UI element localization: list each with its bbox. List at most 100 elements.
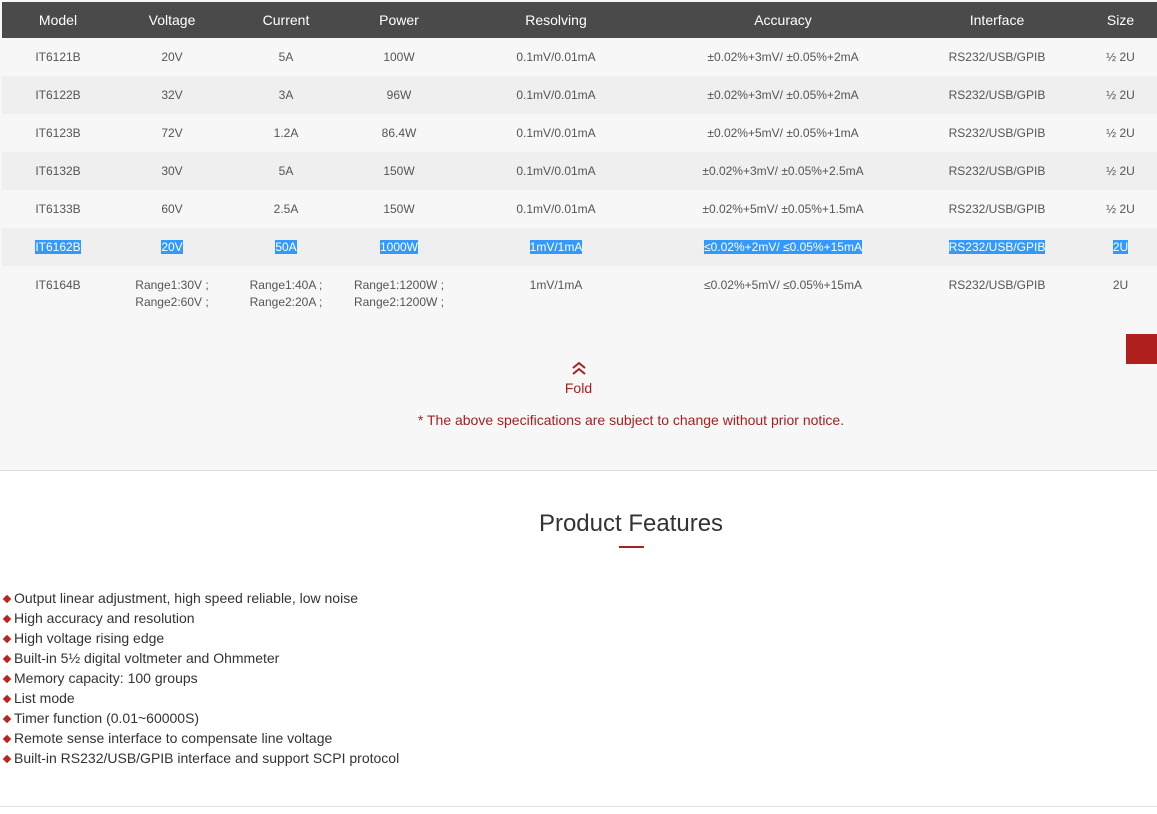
header-model: Model [2, 2, 114, 38]
title-underline [619, 546, 644, 548]
cell-current: 50A [230, 228, 342, 266]
header-current: Current [230, 2, 342, 38]
header-size: Size [1084, 2, 1157, 38]
cell-interface: RS232/USB/GPIB [910, 76, 1084, 114]
cell-power: 86.4W [342, 114, 456, 152]
fold-button[interactable]: Fold [0, 360, 1157, 396]
cell-current: 2.5A [230, 190, 342, 228]
double-chevron-up-icon [571, 361, 586, 375]
table-row: IT6123B 72V 1.2A 86.4W 0.1mV/0.01mA ±0.0… [2, 114, 1157, 152]
cell-size: ½ 2U [1084, 190, 1157, 228]
cell-power: 150W [342, 152, 456, 190]
cell-accuracy: ≤0.02%+2mV/ ≤0.05%+15mA [656, 228, 910, 266]
header-interface: Interface [910, 2, 1084, 38]
header-resolving: Resolving [456, 2, 656, 38]
section-divider [0, 806, 1157, 807]
cell-size: ½ 2U [1084, 38, 1157, 76]
cell-model: IT6122B [2, 76, 114, 114]
cell-interface: RS232/USB/GPIB [910, 228, 1084, 266]
cell-voltage: 60V [114, 190, 230, 228]
cell-size: ½ 2U [1084, 76, 1157, 114]
selected-text: 20V [161, 240, 183, 254]
feature-text: Memory capacity: 100 groups [14, 670, 198, 686]
feature-text: List mode [14, 690, 75, 706]
cell-resolving: 0.1mV/0.01mA [456, 76, 656, 114]
cell-resolving: 0.1mV/0.01mA [456, 190, 656, 228]
selected-text: 50A [275, 240, 297, 254]
cell-accuracy: ±0.02%+3mV/ ±0.05%+2mA [656, 76, 910, 114]
cell-accuracy: ±0.02%+3mV/ ±0.05%+2mA [656, 38, 910, 76]
feature-text: Remote sense interface to compensate lin… [14, 730, 333, 746]
feature-text: Built-in 5½ digital voltmeter and Ohmmet… [14, 650, 280, 666]
cell-accuracy: ±0.02%+3mV/ ±0.05%+2.5mA [656, 152, 910, 190]
list-item: Built-in RS232/USB/GPIB interface and su… [2, 748, 399, 768]
range-line-2: Range2:1200W ; [353, 295, 445, 309]
cell-model: IT6164B [2, 266, 114, 335]
list-item: Memory capacity: 100 groups [2, 668, 399, 688]
diamond-bullet-icon [2, 714, 12, 724]
cell-current: 1.2A [230, 114, 342, 152]
selected-text: 1mV/1mA [529, 240, 583, 254]
selected-text: 2U [1112, 240, 1129, 254]
specifications-table: Model Voltage Current Power Resolving Ac… [2, 2, 1157, 335]
cell-accuracy: ±0.02%+5mV/ ±0.05%+1mA [656, 114, 910, 152]
feature-text: Timer function (0.01~60000S) [14, 710, 200, 726]
header-voltage: Voltage [114, 2, 230, 38]
range-line-1: Range1:40A ; [249, 278, 323, 292]
cell-resolving: 0.1mV/0.01mA [456, 38, 656, 76]
cell-interface: RS232/USB/GPIB [910, 114, 1084, 152]
cell-current: 5A [230, 38, 342, 76]
cell-size: 2U [1084, 228, 1157, 266]
cell-power: 96W [342, 76, 456, 114]
cell-power: 150W [342, 190, 456, 228]
cell-model: IT6121B [2, 38, 114, 76]
header-power: Power [342, 2, 456, 38]
diamond-bullet-icon [2, 694, 12, 704]
cell-model: IT6162B [2, 228, 114, 266]
cell-size: ½ 2U [1084, 114, 1157, 152]
list-item: Remote sense interface to compensate lin… [2, 728, 399, 748]
table-row: IT6122B 32V 3A 96W 0.1mV/0.01mA ±0.02%+3… [2, 76, 1157, 114]
diamond-bullet-icon [2, 634, 12, 644]
cell-accuracy: ±0.02%+5mV/ ±0.05%+1.5mA [656, 190, 910, 228]
diamond-bullet-icon [2, 614, 12, 624]
cell-power: 100W [342, 38, 456, 76]
cell-size: 2U [1084, 266, 1157, 335]
cell-current: 5A [230, 152, 342, 190]
range-line-2: Range2:20A ; [249, 295, 323, 309]
diamond-bullet-icon [2, 754, 12, 764]
list-item: List mode [2, 688, 399, 708]
table-row: IT6132B 30V 5A 150W 0.1mV/0.01mA ±0.02%+… [2, 152, 1157, 190]
cell-voltage: 72V [114, 114, 230, 152]
cell-voltage: Range1:30V ; Range2:60V ; [114, 266, 230, 335]
cell-power: 1000W [342, 228, 456, 266]
range-line-1: Range1:30V ; [135, 278, 209, 292]
cell-interface: RS232/USB/GPIB [910, 190, 1084, 228]
cell-size: ½ 2U [1084, 152, 1157, 190]
specifications-section: Model Voltage Current Power Resolving Ac… [0, 0, 1157, 471]
selected-text: 1000W [379, 240, 419, 254]
cell-power: Range1:1200W ; Range2:1200W ; [342, 266, 456, 335]
feature-text: Built-in RS232/USB/GPIB interface and su… [14, 750, 400, 766]
cell-interface: RS232/USB/GPIB [910, 152, 1084, 190]
selected-text: ≤0.02%+2mV/ ≤0.05%+15mA [704, 240, 862, 254]
feature-list: Output linear adjustment, high speed rel… [2, 588, 399, 768]
cell-accuracy: ≤0.02%+5mV/ ≤0.05%+15mA [656, 266, 910, 335]
cell-resolving: 0.1mV/0.01mA [456, 114, 656, 152]
cell-voltage: 30V [114, 152, 230, 190]
feature-text: High voltage rising edge [14, 630, 165, 646]
feature-text: High accuracy and resolution [14, 610, 195, 626]
table-row: IT6121B 20V 5A 100W 0.1mV/0.01mA ±0.02%+… [2, 38, 1157, 76]
cell-model: IT6132B [2, 152, 114, 190]
list-item: Output linear adjustment, high speed rel… [2, 588, 399, 608]
table-row-selected: IT6162B 20V 50A 1000W 1mV/1mA ≤0.02%+2mV… [2, 228, 1157, 266]
header-accuracy: Accuracy [656, 2, 910, 38]
features-title: Product Features [538, 510, 724, 537]
cell-model: IT6123B [2, 114, 114, 152]
list-item: High accuracy and resolution [2, 608, 399, 628]
cell-interface: RS232/USB/GPIB [910, 38, 1084, 76]
fold-label: Fold [564, 380, 593, 396]
table-header-row: Model Voltage Current Power Resolving Ac… [2, 2, 1157, 38]
cell-interface: RS232/USB/GPIB [910, 266, 1084, 335]
list-item: High voltage rising edge [2, 628, 399, 648]
